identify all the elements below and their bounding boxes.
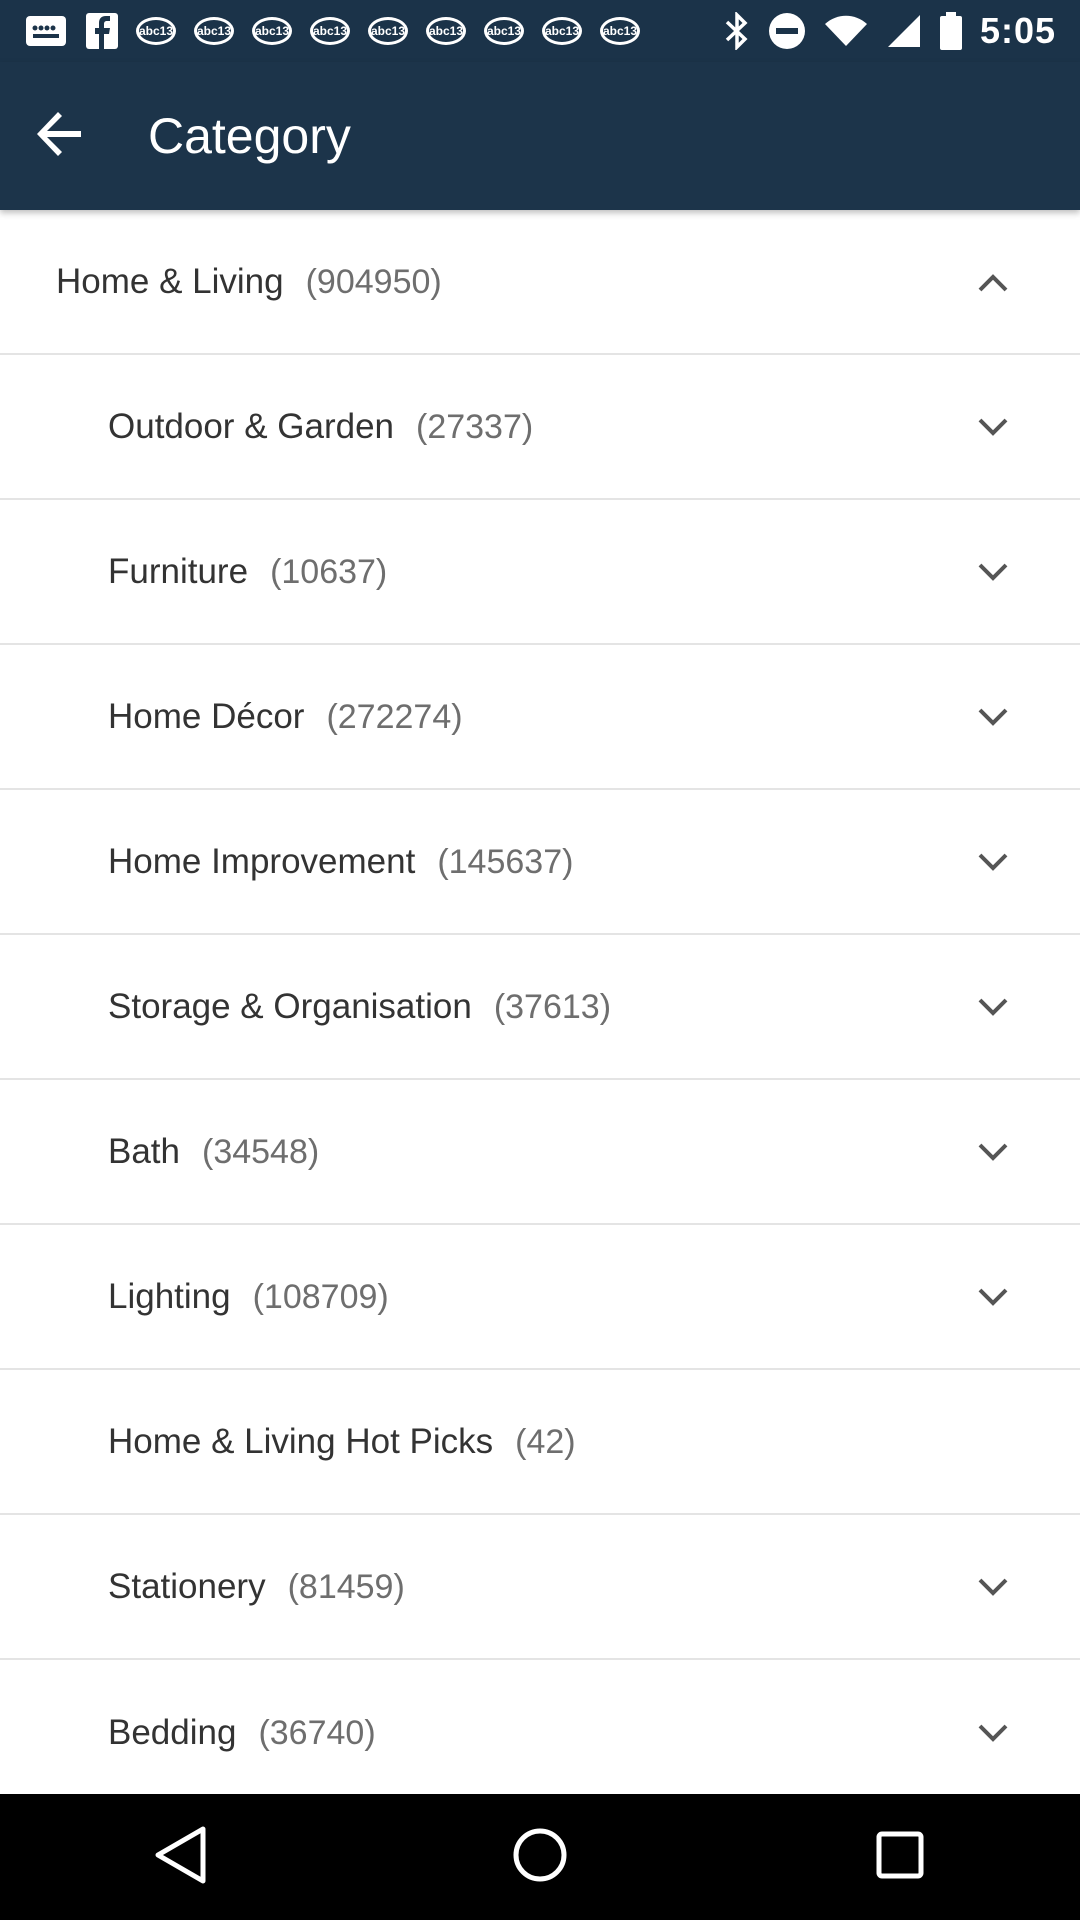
recents-square-icon (875, 1830, 925, 1885)
category-label: Home & Living (904950) (56, 262, 442, 302)
navigation-bar (0, 1794, 1080, 1920)
status-bar: abc13 abc13 abc13 abc13 abc13 abc13 abc1… (0, 0, 1080, 62)
nav-back-button[interactable] (120, 1797, 240, 1917)
app-bar: Category (0, 62, 1080, 210)
category-count: (10637) (270, 552, 388, 591)
category-label: Home & Living Hot Picks (42) (108, 1422, 576, 1462)
nav-recents-button[interactable] (840, 1797, 960, 1917)
chevron-up-icon[interactable] (970, 259, 1016, 305)
chevron-down-icon[interactable] (970, 694, 1016, 740)
chevron-down-icon[interactable] (970, 549, 1016, 595)
signal-icon (886, 13, 922, 49)
chevron-down-icon[interactable] (970, 1274, 1016, 1320)
category-row-furniture[interactable]: Furniture (10637) (0, 500, 1080, 645)
category-name: Outdoor & Garden (108, 406, 394, 446)
message-icon (24, 14, 68, 48)
category-count: (272274) (326, 697, 463, 736)
category-row-home-improvement[interactable]: Home Improvement (145637) (0, 790, 1080, 935)
category-label: Stationery (81459) (108, 1567, 405, 1607)
category-count: (145637) (437, 842, 574, 881)
back-button[interactable] (0, 62, 120, 210)
category-count: (108709) (252, 1277, 389, 1316)
category-label: Bedding (36740) (108, 1713, 376, 1753)
category-name: Bath (108, 1131, 180, 1171)
category-name: Stationery (108, 1566, 266, 1606)
category-row-home-living-hot-picks[interactable]: Home & Living Hot Picks (42) (0, 1370, 1080, 1515)
category-name: Home Improvement (108, 841, 416, 881)
category-name: Home & Living Hot Picks (108, 1421, 494, 1461)
category-count: (904950) (305, 262, 442, 301)
category-row-bedding[interactable]: Bedding (36740) (0, 1660, 1080, 1805)
category-name: Home Décor (108, 696, 305, 736)
category-row-home-living[interactable]: Home & Living (904950) (0, 210, 1080, 355)
category-count: (27337) (416, 407, 534, 446)
wifi-icon (824, 14, 868, 48)
category-count: (42) (515, 1422, 576, 1461)
nav-home-button[interactable] (480, 1797, 600, 1917)
arrow-back-icon (37, 111, 83, 162)
category-count: (36740) (258, 1713, 376, 1752)
abc13-badge: abc13 (310, 17, 350, 45)
category-label: Furniture (10637) (108, 552, 387, 592)
category-name: Bedding (108, 1712, 237, 1752)
status-left: abc13 abc13 abc13 abc13 abc13 abc13 abc1… (24, 13, 640, 49)
clock-time: 5:05 (979, 10, 1056, 51)
abc13-badge: abc13 (484, 17, 524, 45)
category-count: (81459) (287, 1567, 405, 1606)
page-title: Category (148, 108, 351, 164)
category-label: Outdoor & Garden (27337) (108, 407, 533, 447)
battery-icon (939, 12, 962, 50)
category-count: (34548) (202, 1132, 320, 1171)
category-label: Home Décor (272274) (108, 697, 463, 737)
category-row-home-decor[interactable]: Home Décor (272274) (0, 645, 1080, 790)
category-row-lighting[interactable]: Lighting (108709) (0, 1225, 1080, 1370)
status-right: 5:05 (724, 10, 1056, 52)
category-row-outdoor-garden[interactable]: Outdoor & Garden (27337) (0, 355, 1080, 500)
category-label: Storage & Organisation (37613) (108, 987, 611, 1027)
category-row-storage-organisation[interactable]: Storage & Organisation (37613) (0, 935, 1080, 1080)
abc13-badge: abc13 (194, 17, 234, 45)
facebook-icon (86, 13, 118, 49)
abc13-badge: abc13 (426, 17, 466, 45)
category-name: Home & Living (56, 261, 284, 301)
home-circle-icon (512, 1827, 568, 1888)
category-count: (37613) (493, 987, 612, 1026)
category-row-stationery[interactable]: Stationery (81459) (0, 1515, 1080, 1660)
category-label: Lighting (108709) (108, 1277, 389, 1317)
abc13-badge: abc13 (136, 17, 176, 45)
category-row-bath[interactable]: Bath (34548) (0, 1080, 1080, 1225)
category-label: Bath (34548) (108, 1132, 319, 1172)
category-label: Home Improvement (145637) (108, 842, 573, 882)
category-name: Storage & Organisation (108, 986, 472, 1026)
do-not-disturb-icon (768, 12, 806, 50)
abc13-badge: abc13 (542, 17, 582, 45)
back-triangle-icon (153, 1825, 207, 1890)
chevron-down-icon[interactable] (970, 1129, 1016, 1175)
bluetooth-icon (724, 12, 750, 50)
category-name: Furniture (108, 551, 249, 591)
category-list: Home & Living (904950) Outdoor & Garden … (0, 210, 1080, 1805)
chevron-down-icon[interactable] (970, 1564, 1016, 1610)
chevron-down-icon[interactable] (970, 1710, 1016, 1756)
chevron-down-icon[interactable] (970, 404, 1016, 450)
category-name: Lighting (108, 1276, 231, 1316)
chevron-down-icon[interactable] (970, 839, 1016, 885)
chevron-down-icon[interactable] (970, 984, 1016, 1030)
abc13-badge: abc13 (252, 17, 292, 45)
abc13-badge: abc13 (368, 17, 408, 45)
abc13-badge: abc13 (600, 17, 640, 45)
